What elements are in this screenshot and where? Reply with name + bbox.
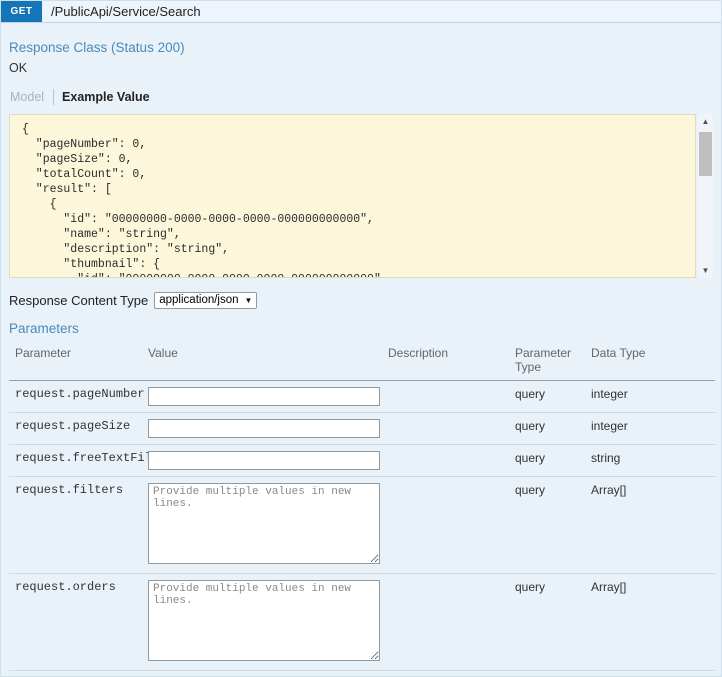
response-tabs: Model Example Value: [9, 89, 713, 105]
param-value-input[interactable]: [148, 419, 380, 438]
param-data-type: string: [585, 445, 715, 477]
chevron-down-icon: ▼: [245, 296, 253, 305]
col-data-type: Data Type: [585, 342, 715, 381]
param-data-type: Array[]: [585, 477, 715, 574]
operation-path-link[interactable]: /PublicApi/Service/Search: [42, 1, 201, 22]
code-line: "totalCount": 0,: [22, 167, 695, 182]
code-line: "name": "string",: [22, 227, 695, 242]
code-line: {: [22, 197, 695, 212]
parameters-table: Parameter Value Description Parameter Ty…: [9, 342, 715, 677]
param-data-type: integer: [585, 413, 715, 445]
col-value: Value: [142, 342, 382, 381]
code-line: "thumbnail": {: [22, 257, 695, 272]
table-header-row: Parameter Value Description Parameter Ty…: [9, 342, 715, 381]
param-value-textarea[interactable]: [148, 580, 380, 661]
table-row: request.orders query Array[]: [9, 574, 715, 671]
param-name: request.freeTextFilter: [9, 445, 142, 477]
param-type: header: [509, 671, 585, 677]
param-name: request.filters: [9, 477, 142, 574]
scrollbar-thumb[interactable]: [699, 132, 712, 176]
response-content-type-value: application/json: [159, 294, 238, 306]
col-parameter-type: Parameter Type: [509, 342, 585, 381]
param-name: request.pageSize: [9, 413, 142, 445]
param-data-type: string: [585, 671, 715, 677]
param-name: Auth-Token: [9, 671, 142, 677]
param-name: request.pageNumber: [9, 381, 142, 413]
param-description: [382, 445, 509, 477]
response-content-type-select[interactable]: application/json ▼: [154, 292, 257, 309]
table-row: request.freeTextFilter query string: [9, 445, 715, 477]
param-description: [382, 381, 509, 413]
param-type: query: [509, 477, 585, 574]
http-method-badge[interactable]: GET: [1, 1, 42, 22]
param-description: [382, 574, 509, 671]
table-row: request.filters query Array[]: [9, 477, 715, 574]
code-line: "result": [: [22, 182, 695, 197]
param-description: [382, 477, 509, 574]
code-line: "id": "00000000-0000-0000-0000-000000000…: [22, 272, 695, 278]
table-row: request.pageNumber query integer: [9, 381, 715, 413]
code-scrollbar[interactable]: ▲ ▼: [698, 114, 713, 278]
param-type: query: [509, 445, 585, 477]
code-line: {: [22, 122, 695, 137]
tab-model[interactable]: Model: [9, 89, 54, 105]
param-data-type: Array[]: [585, 574, 715, 671]
param-data-type: integer: [585, 381, 715, 413]
operation-heading: GET /PublicApi/Service/Search: [1, 1, 721, 23]
response-class-title: Response Class (Status 200): [9, 40, 713, 55]
code-line: "pageNumber": 0,: [22, 137, 695, 152]
param-type: query: [509, 574, 585, 671]
table-row: request.pageSize query integer: [9, 413, 715, 445]
param-name: request.orders: [9, 574, 142, 671]
param-value-input[interactable]: [148, 451, 380, 470]
response-content-type-label: Response Content Type: [9, 293, 148, 308]
parameters-title: Parameters: [9, 321, 713, 336]
param-description: [382, 413, 509, 445]
scroll-up-icon[interactable]: ▲: [698, 114, 713, 129]
example-value-block: { "pageNumber": 0, "pageSize": 0, "total…: [9, 114, 713, 278]
operation-content: Response Class (Status 200) OK Model Exa…: [1, 40, 721, 677]
response-status-text: OK: [9, 61, 713, 75]
code-line: "description": "string",: [22, 242, 695, 257]
swagger-operation-panel: GET /PublicApi/Service/Search Response C…: [0, 0, 722, 677]
code-line: "pageSize": 0,: [22, 152, 695, 167]
table-row: Auth-Token The Authorization Token obtai…: [9, 671, 715, 677]
scroll-down-icon[interactable]: ▼: [698, 263, 713, 278]
param-type: query: [509, 413, 585, 445]
response-content-type-row: Response Content Type application/json ▼: [9, 292, 713, 309]
param-value-input[interactable]: [148, 387, 380, 406]
param-description: The Authorization Token obtained from th…: [382, 671, 509, 677]
col-description: Description: [382, 342, 509, 381]
code-line: "id": "00000000-0000-0000-0000-000000000…: [22, 212, 695, 227]
tab-example-value[interactable]: Example Value: [54, 89, 158, 105]
param-value-textarea[interactable]: [148, 483, 380, 564]
example-json-code: { "pageNumber": 0, "pageSize": 0, "total…: [9, 114, 696, 278]
col-parameter: Parameter: [9, 342, 142, 381]
param-type: query: [509, 381, 585, 413]
